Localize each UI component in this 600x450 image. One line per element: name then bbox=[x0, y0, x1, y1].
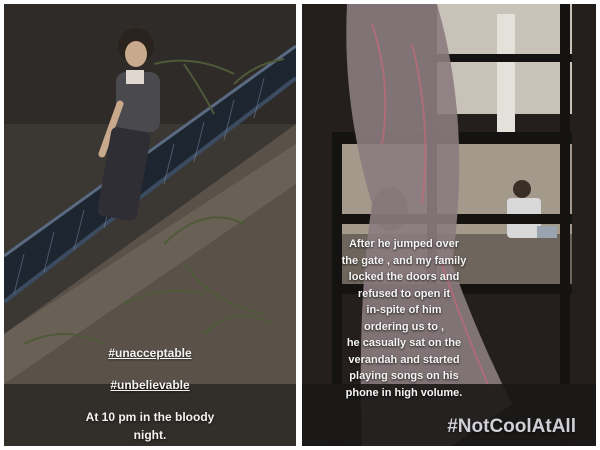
story-line: the gate , and my family bbox=[341, 254, 467, 267]
right-story-panel: After he jumped over the gate , and my f… bbox=[302, 4, 596, 446]
story-line: phone in high volume. bbox=[345, 386, 463, 399]
story-line: verandah and started bbox=[348, 353, 460, 366]
story-line: locked the doors and bbox=[348, 271, 460, 283]
story-line: refused to open it bbox=[357, 287, 451, 300]
story-line: ordering us to , bbox=[363, 320, 445, 333]
hashtag-unbelievable: #unbelievable bbox=[110, 378, 190, 392]
story-line: playing songs on his bbox=[349, 370, 459, 382]
story-line: After he jumped over bbox=[348, 238, 460, 250]
hashtag-not-cool-at-all: #NotCoolAtAll bbox=[447, 416, 576, 437]
story-text-block: After he jumped over the gate , and my f… bbox=[310, 236, 498, 401]
story-line: in-spite of him bbox=[366, 304, 442, 316]
story-line: he casually sat on the bbox=[346, 337, 462, 349]
caption-line-1: At 10 pm in the bloody bbox=[85, 410, 215, 424]
hashtag-unacceptable: #unacceptable bbox=[108, 346, 192, 360]
left-story-panel: #unacceptable #unbelievable At 10 pm in … bbox=[4, 4, 296, 446]
caption-line-2: night. bbox=[133, 428, 167, 442]
